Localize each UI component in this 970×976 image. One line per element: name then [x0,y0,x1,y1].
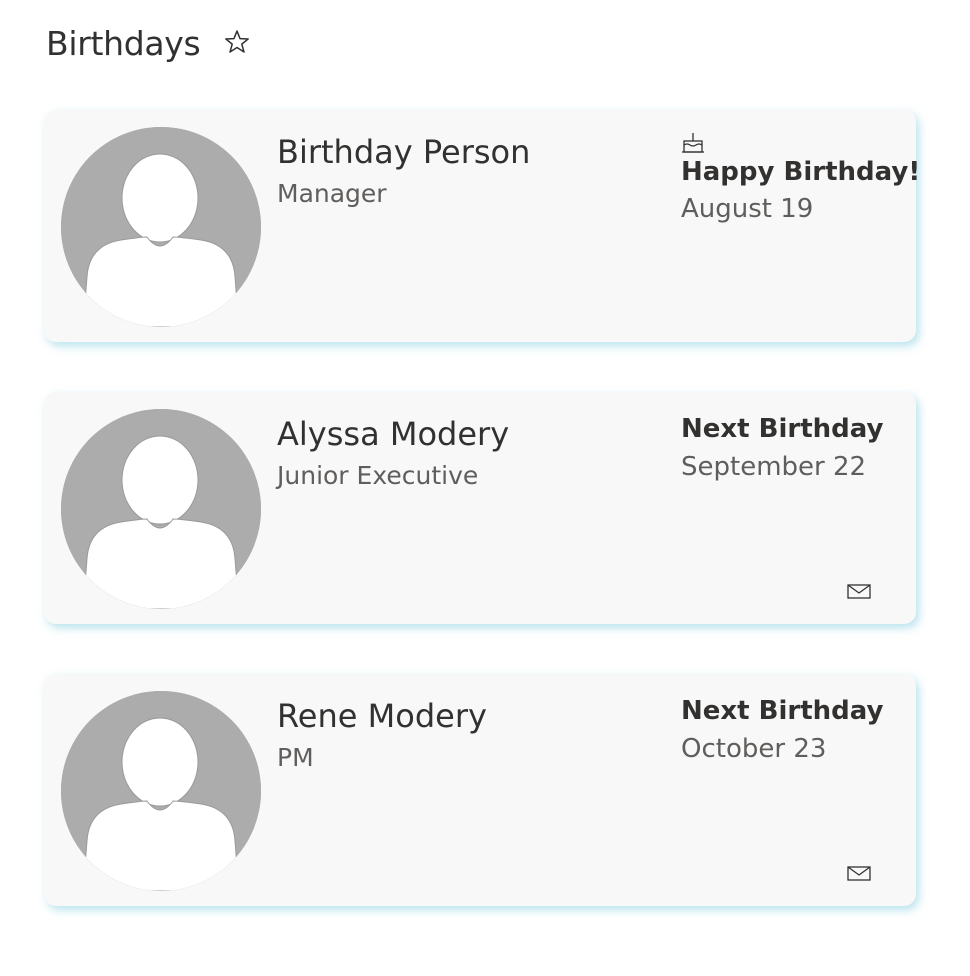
birthday-label: Next Birthday [681,696,884,726]
birthday-date: October 23 [681,734,827,764]
person-name: Alyssa Modery [277,415,510,453]
birthday-date: August 19 [681,194,814,224]
birthday-date: September 22 [681,452,867,482]
person-job-title: Junior Executive [277,461,479,490]
person-name: Rene Modery [277,697,487,735]
avatar [61,691,261,891]
mail-icon[interactable] [846,865,872,883]
birthday-card: Alyssa Modery Junior Executive Next Birt… [44,392,916,624]
person-job-title: PM [277,743,314,772]
birthday-cake-icon [681,132,705,154]
webpart-header: Birthdays [46,22,252,66]
star-icon[interactable] [222,27,252,57]
person-name: Birthday Person [277,133,531,171]
birthday-label: Happy Birthday! [681,157,921,187]
birthday-label: Next Birthday [681,414,884,444]
avatar [61,409,261,609]
page-title: Birthdays [46,24,201,63]
person-job-title: Manager [277,179,387,208]
birthday-card: Rene Modery PM Next Birthday October 23 [44,674,916,906]
birthday-card: Birthday Person Manager Happy Birthday! … [44,110,920,342]
avatar [61,127,261,327]
mail-icon[interactable] [846,583,872,601]
